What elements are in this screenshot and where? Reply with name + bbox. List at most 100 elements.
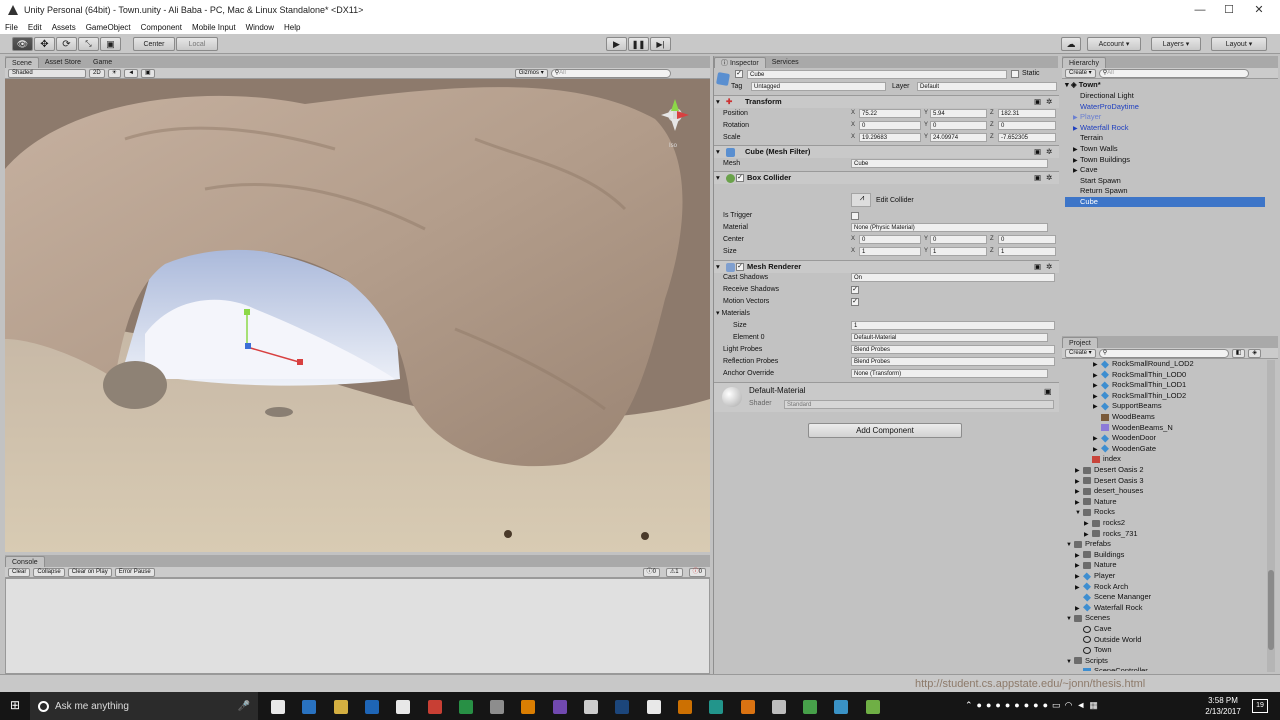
gizmo-y-handle[interactable] (244, 309, 250, 315)
size-x-field[interactable]: 1 (859, 247, 921, 256)
rect-tool-button[interactable]: ▣ (100, 37, 121, 51)
chevron-right-icon[interactable]: ▶ (1075, 466, 1083, 476)
chevron-right-icon[interactable]: ▶ (1075, 487, 1083, 497)
hierarchy-item[interactable]: Directional Light (1073, 91, 1134, 101)
material-section[interactable]: Default-Material Shader Standard ▣ (714, 382, 1059, 412)
photoshop-icon[interactable] (615, 700, 630, 714)
windows-start-icon[interactable]: ⊞ (10, 699, 23, 712)
is-trigger-checkbox[interactable] (851, 212, 859, 220)
illustrator-icon[interactable] (677, 700, 692, 714)
hierarchy-item[interactable]: Start Spawn (1073, 176, 1121, 186)
transform-header[interactable]: ▾ ✚ Transform ▣ ✲ (714, 95, 1059, 108)
chevron-right-icon[interactable]: ▶ (1073, 113, 1080, 123)
tray-app-icon[interactable]: ● (1033, 700, 1038, 711)
tray-app-icon[interactable]: ● (1014, 700, 1019, 711)
project-item[interactable]: ▶ rocks_731 (1084, 529, 1138, 540)
gear-icon[interactable]: ✲ (1046, 172, 1052, 184)
center-z-field[interactable]: 0 (998, 235, 1056, 244)
chevron-right-icon[interactable]: ▶ (1093, 434, 1101, 444)
chevron-right-icon[interactable]: ▶ (1075, 583, 1083, 593)
motion-vectors-checkbox[interactable]: ✓ (851, 298, 859, 306)
tab-console[interactable]: Console (5, 556, 45, 567)
unity-icon[interactable] (584, 700, 598, 714)
menu-assets[interactable]: Assets (47, 23, 81, 32)
store-icon[interactable] (396, 700, 411, 714)
outlook-icon[interactable] (364, 700, 379, 714)
hierarchy-item[interactable]: Return Spawn (1073, 186, 1128, 196)
shader-dropdown[interactable]: Standard (784, 400, 1054, 409)
hierarchy-create-dropdown[interactable]: Create ▾ (1065, 68, 1096, 78)
receive-shadows-checkbox[interactable]: ✓ (851, 286, 859, 294)
help-icon[interactable]: ▣ (1034, 261, 1041, 273)
physic-material-field[interactable]: None (Physic Material) (851, 223, 1048, 232)
chevron-right-icon[interactable]: ▶ (1075, 551, 1083, 561)
blender-icon[interactable] (740, 700, 755, 714)
light-probes-dropdown[interactable]: Blend Probes (851, 345, 1055, 354)
size-y-field[interactable]: 1 (930, 247, 987, 256)
scene-search-input[interactable]: ⚲All (550, 68, 671, 78)
hierarchy-item[interactable]: ▶ Town Buildings (1073, 155, 1130, 166)
cast-shadows-dropdown[interactable]: On (851, 273, 1055, 282)
error-pause-button[interactable]: Error Pause (114, 567, 155, 577)
tab-inspector[interactable]: ⓘ Inspector (714, 57, 766, 68)
tab-hierarchy[interactable]: Hierarchy (1062, 57, 1106, 68)
project-item[interactable]: index (1084, 454, 1121, 464)
tray-app-icon[interactable]: ● (986, 700, 991, 711)
chevron-right-icon[interactable]: ▶ (1093, 360, 1101, 370)
play-button[interactable]: ▶ (606, 37, 627, 51)
tab-game[interactable]: Game (87, 57, 118, 68)
hierarchy-item[interactable]: Cube (1065, 197, 1265, 207)
project-item[interactable]: Town (1075, 645, 1112, 655)
layout-dropdown[interactable]: Layout ▾ (1211, 37, 1267, 51)
center-y-field[interactable]: 0 (930, 235, 987, 244)
project-item[interactable]: ▶ RockSmallRound_LOD2 (1093, 359, 1194, 370)
project-item[interactable]: SceneController (1075, 666, 1148, 671)
project-item[interactable]: ▶ Waterfall Rock (1075, 603, 1142, 614)
filter-type-icon[interactable]: ◧ (1231, 348, 1246, 358)
hierarchy-item[interactable]: ▶ Waterfall Rock (1073, 123, 1128, 134)
hierarchy-search-input[interactable]: ⚲All (1098, 68, 1249, 78)
project-item[interactable]: ▼ Prefabs (1066, 539, 1111, 550)
tab-project[interactable]: Project (1062, 337, 1098, 348)
help-icon[interactable]: ▣ (1034, 96, 1041, 108)
static-checkbox[interactable] (1011, 70, 1019, 78)
warning-filter-button[interactable]: ⚠1 (665, 567, 683, 577)
chevron-right-icon[interactable]: ▶ (1093, 381, 1101, 391)
pivot-local-button[interactable]: Local (176, 37, 218, 51)
project-item[interactable]: ▶ rocks2 (1084, 518, 1125, 529)
notepad-icon[interactable] (865, 700, 880, 714)
project-item[interactable]: ▶ WoodenGate (1093, 444, 1156, 455)
hierarchy-item[interactable]: ▶ Cave (1073, 165, 1098, 176)
rotation-x-field[interactable]: 0 (859, 121, 921, 130)
tray-app-icon[interactable]: ● (1043, 700, 1048, 711)
chevron-right-icon[interactable]: ▶ (1084, 530, 1092, 540)
vs-icon[interactable] (552, 700, 567, 714)
menu-gameobject[interactable]: GameObject (81, 23, 136, 32)
lighting-toggle[interactable]: ☀ (107, 68, 122, 78)
project-item[interactable]: WoodenBeams_N (1093, 423, 1173, 433)
explorer-icon[interactable] (333, 700, 348, 714)
chevron-right-icon[interactable]: ▶ (1073, 145, 1080, 155)
element-0-field[interactable]: Default-Material (851, 333, 1048, 342)
project-item[interactable]: ▶ RockSmallThin_LOD2 (1093, 391, 1186, 402)
effects-toggle[interactable]: ▣ (141, 68, 155, 78)
hierarchy-item[interactable]: ▶ Player (1073, 112, 1101, 123)
terminal-icon[interactable] (458, 700, 473, 714)
error-filter-button[interactable]: ⓘ0 (688, 567, 706, 577)
menu-help[interactable]: Help (279, 23, 305, 32)
project-item[interactable]: ▶ Desert Oasis 2 (1075, 465, 1144, 476)
layer-dropdown[interactable]: Default (917, 82, 1057, 91)
project-item[interactable]: Scene Mananger (1075, 592, 1151, 602)
clock[interactable]: 3:58 PM 2/13/2017 (1200, 695, 1246, 717)
project-item[interactable]: Outside World (1075, 635, 1141, 645)
box-collider-checkbox[interactable]: ✓ (736, 174, 744, 182)
chevron-right-icon[interactable]: ▶ (1084, 519, 1092, 529)
account-dropdown[interactable]: Account ▾ (1087, 37, 1141, 51)
tray-app-icon[interactable]: ● (977, 700, 982, 711)
filter-label-icon[interactable]: ◈ (1248, 348, 1261, 358)
project-item[interactable]: ▶ Nature (1075, 560, 1117, 571)
tray-app-icon[interactable]: ● (1024, 700, 1029, 711)
battery-icon[interactable]: ▭ (1052, 700, 1061, 711)
volume-icon[interactable]: ◄ (1076, 700, 1085, 711)
menu-window[interactable]: Window (241, 23, 279, 32)
